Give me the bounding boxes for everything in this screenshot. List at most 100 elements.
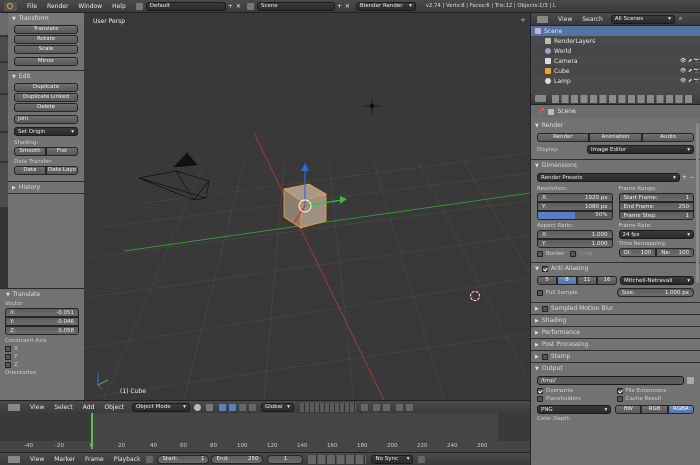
stamp-checkbox[interactable]	[541, 353, 548, 360]
outliner-search-icon[interactable]: ⌕	[679, 15, 682, 23]
render-anim-icon[interactable]	[405, 403, 413, 411]
add-screen-icon[interactable]: +	[228, 3, 233, 10]
data-button[interactable]: Data	[14, 166, 46, 175]
vector-z-field[interactable]: Z: 0.058	[5, 326, 79, 335]
placeholders-checkbox[interactable]	[537, 396, 543, 402]
timeline-menu-playback[interactable]: Playback	[114, 456, 141, 463]
aa-size-field[interactable]: Size: 1.000 px	[616, 288, 694, 297]
timeline-menu-frame[interactable]: Frame	[85, 456, 104, 463]
render-presets-select[interactable]: Render Presets ▾	[537, 173, 680, 182]
output-path-field[interactable]: /tmp/	[537, 376, 684, 385]
timeline[interactable]: -40 -20 0 20 40 60 80 100 120 140 160 18…	[0, 413, 530, 453]
outliner-menu-search[interactable]: Search	[582, 16, 603, 23]
border-checkbox[interactable]	[537, 251, 543, 257]
scene-select[interactable]: Scene	[256, 1, 335, 11]
lamp-eye-icon[interactable]: 👁 ⬈ 📷	[680, 78, 700, 84]
blender-logo-icon[interactable]	[4, 1, 17, 11]
duplicate-linked-button[interactable]: Duplicate Linked	[14, 93, 78, 102]
cache-result-checkbox[interactable]	[616, 396, 623, 402]
properties-editor-icon[interactable]	[535, 95, 546, 102]
mirror-button[interactable]: Mirror	[14, 57, 78, 66]
frame-step-field[interactable]: Frame Step: 1	[618, 211, 694, 220]
shading-panel-header[interactable]: ▶ Shading	[531, 315, 700, 326]
constraint-y-checkbox[interactable]	[5, 354, 11, 360]
crop-checkbox[interactable]	[570, 251, 577, 257]
anti-aliasing-panel-header[interactable]: ▼ Anti-Aliasing	[531, 263, 700, 274]
screen-layout-select[interactable]: Default	[145, 1, 226, 11]
orientation-select[interactable]: Global ▾	[260, 402, 294, 412]
shading-mode-icon[interactable]	[193, 403, 201, 411]
audio-button[interactable]: Audio	[642, 133, 694, 142]
aa-filter-select[interactable]: Mitchell-Netravali ▾	[620, 276, 694, 285]
frame-rate-select[interactable]: 24 fps ▾	[618, 230, 694, 239]
remove-preset-icon[interactable]: −	[689, 174, 694, 181]
menu-render[interactable]: Render	[47, 3, 68, 10]
snap-icon[interactable]	[372, 403, 380, 411]
outliner-item-cube[interactable]: Cube 👁 ⬈ 📷	[531, 66, 700, 76]
rgba-button[interactable]: RGBA	[667, 405, 694, 414]
menu-window[interactable]: Window	[78, 3, 102, 10]
start-frame-prop-field[interactable]: Start Frame: 1	[618, 193, 694, 202]
translate-manip-icon[interactable]	[228, 403, 236, 411]
properties-scrollbar[interactable]	[696, 123, 699, 283]
outliner-item-world[interactable]: World	[531, 46, 700, 56]
motion-blur-checkbox[interactable]	[541, 305, 548, 312]
close-screen-icon[interactable]: ✕	[236, 3, 241, 10]
tab-relations[interactable]	[0, 63, 8, 93]
tab-physics[interactable]	[0, 133, 8, 161]
bw-button[interactable]: BW	[615, 405, 642, 414]
add-scene-icon[interactable]: +	[337, 3, 342, 10]
render-preview-icon[interactable]	[395, 403, 403, 411]
delete-button[interactable]: Delete	[14, 103, 78, 112]
resolution-x-field[interactable]: X: 1920 px	[537, 193, 613, 202]
pivot-icon[interactable]	[205, 403, 213, 411]
properties-context-tabs[interactable]	[552, 94, 692, 103]
data-layout-button[interactable]: Data Layo	[46, 166, 78, 175]
tab-grease-pencil[interactable]	[0, 163, 8, 207]
animation-button[interactable]: Animation	[588, 133, 643, 142]
anti-aliasing-checkbox[interactable]	[541, 265, 548, 272]
end-frame-field[interactable]: End: 250	[211, 454, 264, 464]
mode-select[interactable]: Object Mode ▾	[131, 402, 190, 412]
rotate-button[interactable]: Rotate	[14, 35, 78, 44]
current-frame-field[interactable]: 1	[267, 454, 304, 464]
file-format-select[interactable]: PNG ▾	[537, 405, 612, 414]
scale-button[interactable]: Scale	[14, 45, 78, 54]
manipulator-toggle-icon[interactable]	[218, 403, 226, 411]
current-frame-marker[interactable]	[91, 413, 93, 449]
outliner-item-scene[interactable]: Scene	[531, 26, 700, 36]
lock-icon[interactable]	[360, 403, 368, 411]
menu-object[interactable]: Object	[104, 404, 124, 411]
constraint-x-checkbox[interactable]	[5, 346, 11, 352]
screen-layout-icon[interactable]	[135, 2, 143, 10]
rotate-manip-icon[interactable]	[238, 403, 246, 411]
outliner-item-camera[interactable]: Camera 👁 ⬈ 📷	[531, 56, 700, 66]
scene-icon[interactable]	[246, 2, 254, 10]
aspect-y-field[interactable]: Y: 1.000	[537, 239, 613, 248]
outliner-editor-icon[interactable]	[537, 15, 548, 23]
edit-panel-header[interactable]: ▼ Edit	[8, 71, 84, 82]
time-old-field[interactable]: Ol: 100	[618, 248, 657, 257]
smooth-button[interactable]: Smooth	[14, 147, 46, 156]
translate-button[interactable]: Translate	[14, 25, 78, 34]
timeline-menu-view[interactable]: View	[30, 456, 44, 463]
pin-icon[interactable]: 📌	[537, 108, 544, 115]
menu-help[interactable]: Help	[112, 3, 126, 10]
post-processing-panel-header[interactable]: ▶ Post Processing	[531, 339, 700, 350]
3d-viewport[interactable]: User Persp + (1) Cube	[84, 13, 530, 400]
aa-samples-8[interactable]: 8	[557, 276, 578, 285]
display-select[interactable]: Image Editor ▾	[587, 145, 694, 154]
menu-select[interactable]: Select	[54, 404, 73, 411]
scale-manip-icon[interactable]	[248, 403, 256, 411]
join-button[interactable]: Join	[14, 115, 78, 124]
overwrite-checkbox[interactable]	[537, 388, 543, 394]
full-sample-checkbox[interactable]	[537, 289, 543, 296]
timeline-editor-icon[interactable]	[8, 455, 20, 463]
timeline-menu-marker[interactable]: Marker	[54, 456, 75, 463]
output-panel-header[interactable]: ▼ Output	[531, 363, 700, 374]
cube-eye-icon[interactable]: 👁 ⬈ 📷	[680, 68, 700, 74]
aa-samples-5[interactable]: 5	[537, 276, 558, 285]
editor-type-icon[interactable]	[8, 403, 20, 411]
close-scene-icon[interactable]: ✕	[345, 3, 350, 10]
render-panel-header[interactable]: ▼ Render	[531, 120, 700, 131]
